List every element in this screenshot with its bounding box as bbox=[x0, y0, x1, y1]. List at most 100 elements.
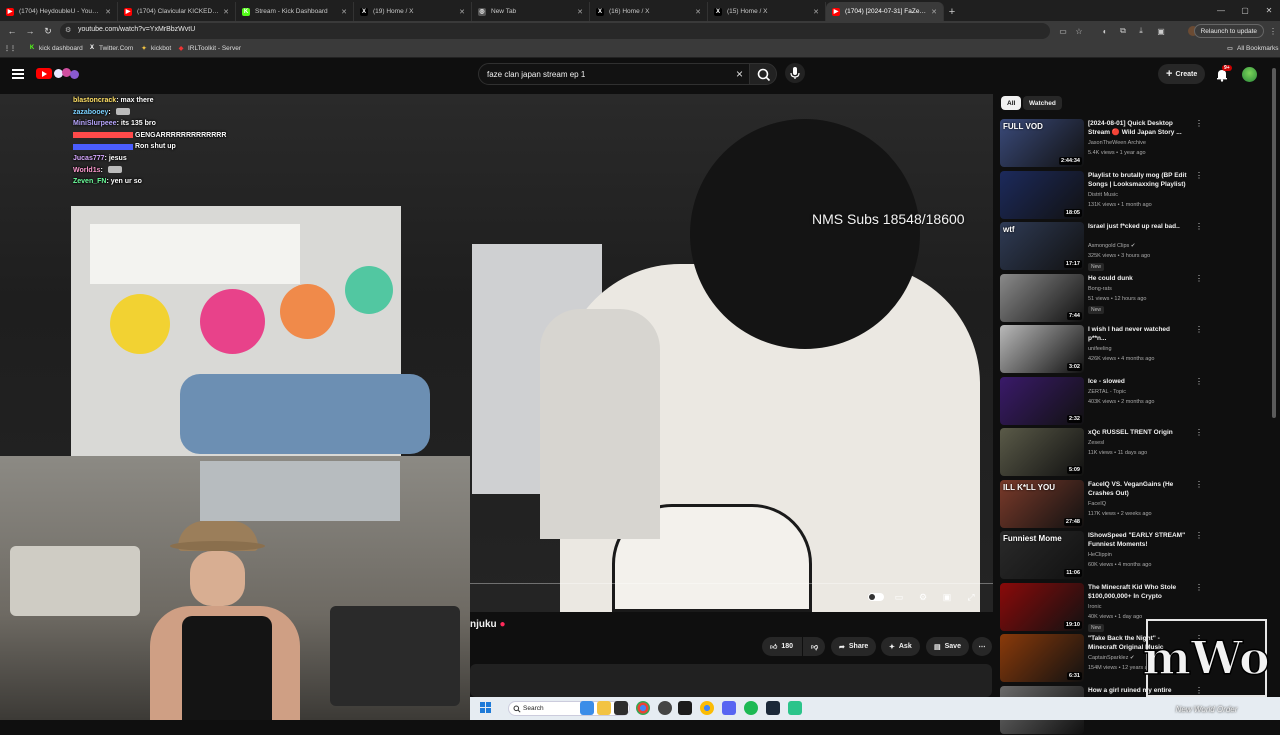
related-video-item[interactable]: 18:05 Playlist to brutally mog (BP Edit S… bbox=[1000, 170, 1203, 220]
related-video-item[interactable]: 3:02 I wish I had never watched p**n... un… bbox=[1000, 325, 1203, 374]
video-thumbnail[interactable]: Funniest Mome 11:06 bbox=[1000, 531, 1084, 579]
related-video-channel[interactable]: CaptainSparklez ✔ bbox=[1088, 655, 1135, 661]
dark-app-icon[interactable] bbox=[678, 701, 692, 715]
related-video-title[interactable]: [2024-08-01] Quick Desktop Stream 🔴 Wild… bbox=[1088, 119, 1190, 137]
cast-icon[interactable]: ▭ bbox=[1058, 26, 1068, 36]
related-video-title[interactable]: Playlist to brutally mog (BP Edit Songs … bbox=[1088, 171, 1190, 189]
hamburger-menu-icon[interactable] bbox=[12, 69, 24, 79]
site-info-icon[interactable]: ⚙ bbox=[65, 26, 74, 35]
related-video-channel[interactable]: JasonTheWeen Archive bbox=[1088, 140, 1146, 146]
related-video-title[interactable]: Ice - slowed bbox=[1088, 377, 1190, 386]
browser-tab[interactable]: X (15) Home / X ✕ bbox=[708, 2, 826, 21]
related-video-channel[interactable]: Zesesl bbox=[1088, 440, 1104, 446]
related-video-title[interactable]: IShowSpeed "EARLY STREAM" Funniest Momen… bbox=[1088, 531, 1190, 549]
video-options-icon[interactable]: ⋮ bbox=[1195, 428, 1203, 437]
video-thumbnail[interactable]: 5:09 bbox=[1000, 428, 1084, 476]
video-thumbnail[interactable]: 2:32 bbox=[1000, 376, 1084, 425]
related-video-channel[interactable]: Asmongold Clips ✔ bbox=[1088, 243, 1135, 249]
related-video-title[interactable]: Israel just f*cked up real bad.. bbox=[1088, 222, 1190, 231]
doodle-logo[interactable] bbox=[54, 67, 80, 80]
discord-app-icon[interactable] bbox=[722, 701, 736, 715]
browser-tab[interactable]: X (16) Home / X ✕ bbox=[590, 2, 708, 21]
related-video-channel[interactable]: Ironic bbox=[1088, 604, 1101, 610]
green-app-icon[interactable] bbox=[788, 701, 802, 715]
search-button[interactable] bbox=[749, 63, 777, 85]
video-options-icon[interactable]: ⋮ bbox=[1195, 171, 1203, 180]
bookmark-star-icon[interactable]: ☆ bbox=[1074, 26, 1084, 36]
spotify-app-icon[interactable] bbox=[744, 701, 758, 715]
notifications-bell-icon[interactable]: 9+ bbox=[1215, 65, 1232, 82]
tab-search-icon[interactable]: ▣ bbox=[1156, 26, 1166, 36]
widgets-app-icon[interactable] bbox=[580, 701, 594, 715]
video-options-icon[interactable]: ⋮ bbox=[1195, 222, 1203, 231]
related-video-item[interactable]: ILL K*LL YOU 27:48 FaceIQ VS. VeganGains (… bbox=[1000, 479, 1203, 529]
video-thumbnail[interactable]: 7:44 bbox=[1000, 273, 1084, 322]
browser-tab[interactable]: ◎ New Tab ✕ bbox=[472, 2, 590, 21]
minimize-button[interactable]: — bbox=[1210, 0, 1232, 21]
taskbar-search-input[interactable]: Search bbox=[508, 701, 630, 716]
clear-search-icon[interactable]: × bbox=[736, 67, 743, 81]
dislike-button[interactable]: 👎︎ bbox=[803, 637, 825, 656]
bookmark-item[interactable]: ✦ kickbot bbox=[140, 44, 171, 52]
video-options-icon[interactable]: ⋮ bbox=[1195, 325, 1203, 334]
related-video-item[interactable]: Funniest Mome 11:06 IShowSpeed "EARLY STRE… bbox=[1000, 531, 1203, 580]
back-icon[interactable]: ← bbox=[6, 25, 18, 37]
video-thumbnail[interactable]: ILL K*LL YOU 27:48 bbox=[1000, 479, 1084, 528]
ask-button[interactable]: ✦ Ask bbox=[881, 637, 920, 656]
related-video-channel[interactable]: HeClippin bbox=[1088, 552, 1112, 558]
downloads-icon[interactable]: ⤓ bbox=[1136, 26, 1146, 36]
related-video-title[interactable]: I wish I had never watched p**n... bbox=[1088, 325, 1190, 343]
save-button[interactable]: ▤ Save bbox=[926, 637, 969, 656]
maximize-button[interactable]: ▢ bbox=[1234, 0, 1256, 21]
browser-tab[interactable]: X (19) Home / X ✕ bbox=[354, 2, 472, 21]
tab-close-icon[interactable]: ✕ bbox=[341, 8, 347, 16]
chrome-menu-icon[interactable]: ⋮ bbox=[1268, 26, 1278, 36]
related-video-item[interactable]: FULL VOD 2:44:34 [2024-08-01] Quick Deskto… bbox=[1000, 119, 1203, 168]
video-thumbnail[interactable]: wtf 17:17 bbox=[1000, 222, 1084, 270]
related-video-channel[interactable]: Bong-rats bbox=[1088, 286, 1112, 292]
settings-gear-icon[interactable]: ⚙ bbox=[916, 590, 930, 604]
video-options-icon[interactable]: ⋮ bbox=[1195, 531, 1203, 540]
related-video-item[interactable]: 5:09 xQc RUSSEL TRENT Origin Zesesl 11K vie… bbox=[1000, 428, 1203, 477]
tab-close-icon[interactable]: ✕ bbox=[223, 8, 229, 16]
terminal-app-icon[interactable] bbox=[614, 701, 628, 715]
apps-grid-icon[interactable]: ⋮⋮ bbox=[4, 44, 17, 52]
close-window-button[interactable]: ✕ bbox=[1258, 0, 1280, 21]
video-options-icon[interactable]: ⋮ bbox=[1195, 583, 1203, 592]
related-video-title[interactable]: xQc RUSSEL TRENT Origin bbox=[1088, 428, 1190, 437]
browser-tab[interactable]: ▶ (1704) HeydoubleU - YouTube ✕ bbox=[0, 2, 118, 21]
share-button[interactable]: ➦ Share bbox=[831, 637, 877, 656]
tab-close-icon[interactable]: ✕ bbox=[813, 8, 819, 16]
video-options-icon[interactable]: ⋮ bbox=[1195, 119, 1203, 128]
related-video-channel[interactable]: ZERTAL - Topic bbox=[1088, 389, 1126, 395]
bookmark-item[interactable]: Kkick dashboard bbox=[28, 44, 83, 52]
video-options-icon[interactable]: ⋮ bbox=[1195, 274, 1203, 283]
all-bookmarks-button[interactable]: ▭ All Bookmarks bbox=[1226, 44, 1278, 52]
filter-chip[interactable]: All bbox=[1001, 96, 1022, 110]
related-video-item[interactable]: wtf 17:17 Israel just f*cked up real bad..… bbox=[1000, 222, 1203, 271]
progress-bar[interactable] bbox=[470, 583, 993, 584]
youtube-logo-icon[interactable] bbox=[36, 68, 52, 79]
video-thumbnail[interactable]: FULL VOD 2:44:34 bbox=[1000, 119, 1084, 167]
related-video-item[interactable]: 7:44 He could dunk Bong-rats 51 views • 12 … bbox=[1000, 273, 1203, 323]
page-scrollbar[interactable] bbox=[1272, 68, 1276, 418]
like-button[interactable]: 👍︎ 180 bbox=[762, 637, 802, 656]
tab-close-icon[interactable]: ✕ bbox=[695, 8, 701, 16]
new-tab-button[interactable]: + bbox=[944, 2, 960, 21]
video-options-icon[interactable]: ⋮ bbox=[1195, 377, 1203, 386]
related-video-title[interactable]: The Minecraft Kid Who Stole $100,000,000… bbox=[1088, 583, 1190, 601]
browser-tab[interactable]: ▶ (1704) [2024-07-31] FaZe J... ✕ bbox=[826, 2, 944, 21]
related-video-item[interactable]: 2:32 Ice - slowed ZERTAL - Topic 403K views… bbox=[1000, 376, 1203, 426]
file-explorer-icon[interactable] bbox=[597, 701, 611, 715]
tab-close-icon[interactable]: ✕ bbox=[577, 8, 583, 16]
related-video-channel[interactable]: unifeeling bbox=[1088, 346, 1112, 352]
tab-close-icon[interactable]: ✕ bbox=[459, 8, 465, 16]
filter-chip[interactable]: Watched bbox=[1023, 96, 1062, 110]
address-bar[interactable]: ⚙ youtube.com/watch?v=YxMrBbzWvtU bbox=[60, 23, 1050, 39]
related-video-channel[interactable]: FaceIQ bbox=[1088, 501, 1106, 507]
create-button[interactable]: + Create bbox=[1158, 64, 1206, 84]
fullscreen-icon[interactable]: ⤢ bbox=[964, 590, 978, 604]
browser-tab[interactable]: ▶ (1704) Clavicular KICKED OUT ✕ bbox=[118, 2, 236, 21]
puzzle-icon[interactable]: ⧉ bbox=[1118, 26, 1128, 36]
tab-close-icon[interactable]: ✕ bbox=[931, 8, 937, 16]
